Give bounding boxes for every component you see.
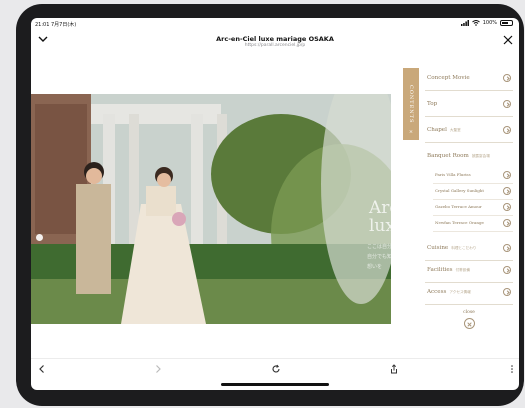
menu-item-label: Top [427,101,438,107]
close-icon[interactable] [503,35,513,45]
menu-item-banquet-room[interactable]: Banquet Room 披露宴会場 [425,146,513,168]
submenu-item-gazebo-terrace[interactable]: Gazebo Terrace Amour [433,200,513,216]
menu-item-access[interactable]: Access アクセス情報 [425,282,513,305]
status-time: 21:01 7月7日(木) [35,22,77,28]
submenu-item-label: Paris Villa Fluriss [435,172,471,177]
submenu-item-crystal-gallery[interactable]: Crystal Gallery Sunlight [433,184,513,200]
menu-close-label: close [463,310,475,315]
back-icon[interactable] [37,364,47,374]
forward-icon[interactable] [153,364,163,374]
menu-item-label: Concept Movie [427,75,470,81]
share-icon[interactable] [389,364,399,374]
status-bar: 21:01 7月7日(木) 100% [31,18,519,30]
more-icon[interactable] [507,364,517,374]
chevron-right-icon [503,288,511,296]
menu-item-concept-movie[interactable]: Concept Movie [425,68,513,91]
chevron-right-icon [503,244,511,252]
menu-item-label: Facilities 付帯設備 [427,267,470,273]
chevron-right-icon [503,74,511,82]
menu-item-label: Access アクセス情報 [427,289,471,295]
chevron-right-icon [503,266,511,274]
signal-icon [460,20,469,26]
web-content: Arc-en-Ciel luxe mariage ここは自分 自分でも知ら 想い… [31,64,519,346]
chevron-right-icon [503,100,511,108]
close-circle-icon [463,318,475,329]
submenu-item-label: Newfan Terrace Orange [435,220,484,225]
status-icons: 100% [460,20,513,26]
chevron-right-icon [503,126,511,134]
reload-icon[interactable] [271,364,281,374]
submenu-item-newfan-terrace[interactable]: Newfan Terrace Orange [433,216,513,232]
menu-item-cuisine[interactable]: Cuisine 料理とこだわり [425,238,513,261]
battery-percent: 100% [482,20,497,26]
contents-tab-close: × [408,129,414,136]
submenu-item-label: Gazebo Terrace Amour [435,204,482,209]
chevron-right-icon [503,203,511,211]
chevron-right-icon [503,171,511,179]
menu-item-top[interactable]: Top [425,94,513,117]
contents-tab-label: CONTENTS [408,84,414,124]
screen: 21:01 7月7日(木) 100% Arc-en-Ciel luxe mari… [31,18,519,390]
browser-toolbar [31,358,519,381]
submenu-item-paris-villa[interactable]: Paris Villa Fluriss [433,168,513,184]
menu-item-label: Banquet Room 披露宴会場 [427,153,490,159]
submenu-item-label: Crystal Gallery Sunlight [435,188,484,193]
menu-item-label: Chapel 大聖堂 [427,127,461,133]
hero-photo [31,94,391,324]
page-url: https://parall.arcenciel.jp/p [244,43,306,48]
slide-next-button[interactable] [511,234,518,241]
browser-header: Arc-en-Ciel luxe mariage OSAKA https://p… [31,30,519,64]
slide-prev-button[interactable] [36,234,43,241]
battery-icon [500,20,513,26]
menu-item-facilities[interactable]: Facilities 付帯設備 [425,260,513,283]
home-indicator [221,383,329,386]
wifi-icon [471,20,480,26]
menu-close[interactable]: close [425,310,513,346]
contents-menu: CONTENTS × Concept Movie Top Chapel 大聖堂 B… [403,64,519,346]
menu-item-label: Cuisine 料理とこだわり [427,245,477,251]
contents-tab[interactable]: CONTENTS × [403,68,419,140]
chevron-right-icon [503,187,511,195]
menu-item-chapel[interactable]: Chapel 大聖堂 [425,120,513,143]
page-title: Arc-en-Ciel luxe mariage OSAKA [216,35,334,43]
chevron-right-icon [503,219,511,227]
